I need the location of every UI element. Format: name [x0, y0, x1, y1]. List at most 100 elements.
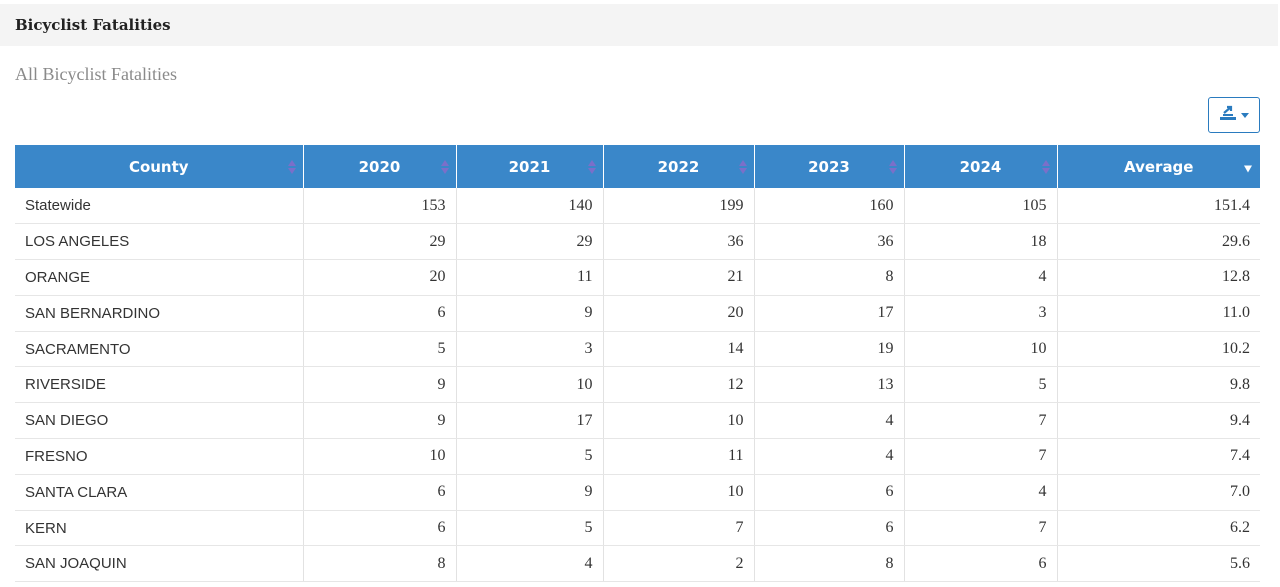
- county-cell: SAN JOAQUIN: [15, 545, 304, 583]
- column-header-2023[interactable]: 2023: [754, 145, 905, 188]
- value-cell: 7: [904, 402, 1058, 440]
- table-row: RIVERSIDE 9 10 12 13 5 9.8: [15, 366, 1260, 404]
- table-row: SAN DIEGO 9 17 10 4 7 9.4: [15, 402, 1260, 440]
- county-cell: LOS ANGELES: [15, 223, 304, 261]
- value-cell: 8: [754, 545, 905, 583]
- county-cell: SACRAMENTO: [15, 331, 304, 368]
- value-cell: 21: [603, 259, 755, 296]
- county-cell: ORANGE: [15, 259, 304, 296]
- table-row: Statewide 153 140 199 160 105 151.4: [15, 188, 1260, 225]
- value-cell: 19: [754, 331, 905, 368]
- table-subtitle: All Bicyclist Fatalities: [15, 64, 177, 84]
- value-cell: 6: [303, 510, 457, 547]
- value-cell: 29: [303, 223, 457, 261]
- table-row: FRESNO 10 5 11 4 7 7.4: [15, 438, 1260, 475]
- column-header-average[interactable]: Average: [1057, 145, 1260, 188]
- value-cell: 140: [456, 188, 604, 225]
- export-button[interactable]: [1208, 97, 1260, 133]
- value-cell: 9: [303, 366, 457, 404]
- value-cell: 10: [456, 366, 604, 404]
- column-header-label: 2023: [808, 157, 850, 176]
- value-cell: 5: [904, 366, 1058, 404]
- column-header-2024[interactable]: 2024: [904, 145, 1058, 188]
- value-cell: 7.0: [1057, 474, 1260, 511]
- county-cell: FRESNO: [15, 438, 304, 475]
- county-cell: Statewide: [15, 188, 304, 225]
- value-cell: 14: [603, 331, 755, 368]
- value-cell: 105: [904, 188, 1058, 225]
- value-cell: 10: [603, 402, 755, 440]
- table-row: ORANGE 20 11 21 8 4 12.8: [15, 259, 1260, 296]
- value-cell: 7: [603, 510, 755, 547]
- sort-icon: [738, 159, 747, 174]
- value-cell: 153: [303, 188, 457, 225]
- value-cell: 29: [456, 223, 604, 261]
- county-cell: RIVERSIDE: [15, 366, 304, 404]
- export-download-icon: [1219, 105, 1237, 126]
- value-cell: 3: [456, 331, 604, 368]
- value-cell: 11: [456, 259, 604, 296]
- value-cell: 160: [754, 188, 905, 225]
- value-cell: 29.6: [1057, 223, 1260, 261]
- value-cell: 7.4: [1057, 438, 1260, 475]
- county-cell: SAN BERNARDINO: [15, 295, 304, 332]
- value-cell: 10: [303, 438, 457, 475]
- value-cell: 11: [603, 438, 755, 475]
- value-cell: 6: [754, 510, 905, 547]
- value-cell: 5: [303, 331, 457, 368]
- column-header-label: County: [128, 157, 189, 176]
- sort-descending-icon: [1244, 165, 1252, 173]
- value-cell: 11.0: [1057, 295, 1260, 332]
- table-body: Statewide 153 140 199 160 105 151.4 LOS ANGELES…: [15, 188, 1260, 583]
- value-cell: 13: [754, 366, 905, 404]
- column-header-2020[interactable]: 2020: [303, 145, 457, 188]
- column-header-2021[interactable]: 2021: [456, 145, 604, 188]
- value-cell: 12.8: [1057, 259, 1260, 296]
- value-cell: 8: [754, 259, 905, 296]
- chevron-down-icon: [1241, 112, 1249, 118]
- value-cell: 20: [603, 295, 755, 332]
- value-cell: 4: [456, 545, 604, 583]
- value-cell: 4: [904, 259, 1058, 296]
- table-row: KERN 6 5 7 6 7 6.2: [15, 510, 1260, 547]
- value-cell: 9: [456, 295, 604, 332]
- value-cell: 4: [904, 474, 1058, 511]
- value-cell: 20: [303, 259, 457, 296]
- column-header-county[interactable]: County: [15, 145, 304, 188]
- value-cell: 151.4: [1057, 188, 1260, 225]
- value-cell: 5.6: [1057, 545, 1260, 583]
- table-row: SAN BERNARDINO 6 9 20 17 3 11.0: [15, 295, 1260, 332]
- value-cell: 4: [754, 402, 905, 440]
- county-cell: KERN: [15, 510, 304, 547]
- value-cell: 199: [603, 188, 755, 225]
- value-cell: 6: [754, 474, 905, 511]
- sort-icon: [440, 159, 449, 174]
- value-cell: 36: [754, 223, 905, 261]
- column-header-label: 2024: [959, 157, 1002, 176]
- value-cell: 9: [303, 402, 457, 440]
- value-cell: 6.2: [1057, 510, 1260, 547]
- value-cell: 2: [603, 545, 755, 583]
- column-header-label: Average: [1124, 157, 1194, 176]
- value-cell: 9.8: [1057, 366, 1260, 404]
- table-header-row: County 2020 2021 2022 2023 2024 Average: [15, 145, 1260, 188]
- table-row: SAN JOAQUIN 8 4 2 8 6 5.6: [15, 545, 1260, 583]
- value-cell: 6: [904, 545, 1058, 583]
- value-cell: 4: [754, 438, 905, 475]
- value-cell: 18: [904, 223, 1058, 261]
- value-cell: 7: [904, 438, 1058, 475]
- fatalities-table: County 2020 2021 2022 2023 2024 Average Statew…: [15, 145, 1260, 583]
- value-cell: 8: [303, 545, 457, 583]
- value-cell: 10.2: [1057, 331, 1260, 368]
- value-cell: 10: [603, 474, 755, 511]
- value-cell: 3: [904, 295, 1058, 332]
- value-cell: 10: [904, 331, 1058, 368]
- value-cell: 17: [456, 402, 604, 440]
- value-cell: 17: [754, 295, 905, 332]
- column-header-label: 2020: [358, 157, 401, 176]
- value-cell: 7: [904, 510, 1058, 547]
- value-cell: 9.4: [1057, 402, 1260, 440]
- value-cell: 6: [303, 474, 457, 511]
- value-cell: 5: [456, 510, 604, 547]
- column-header-2022[interactable]: 2022: [603, 145, 755, 188]
